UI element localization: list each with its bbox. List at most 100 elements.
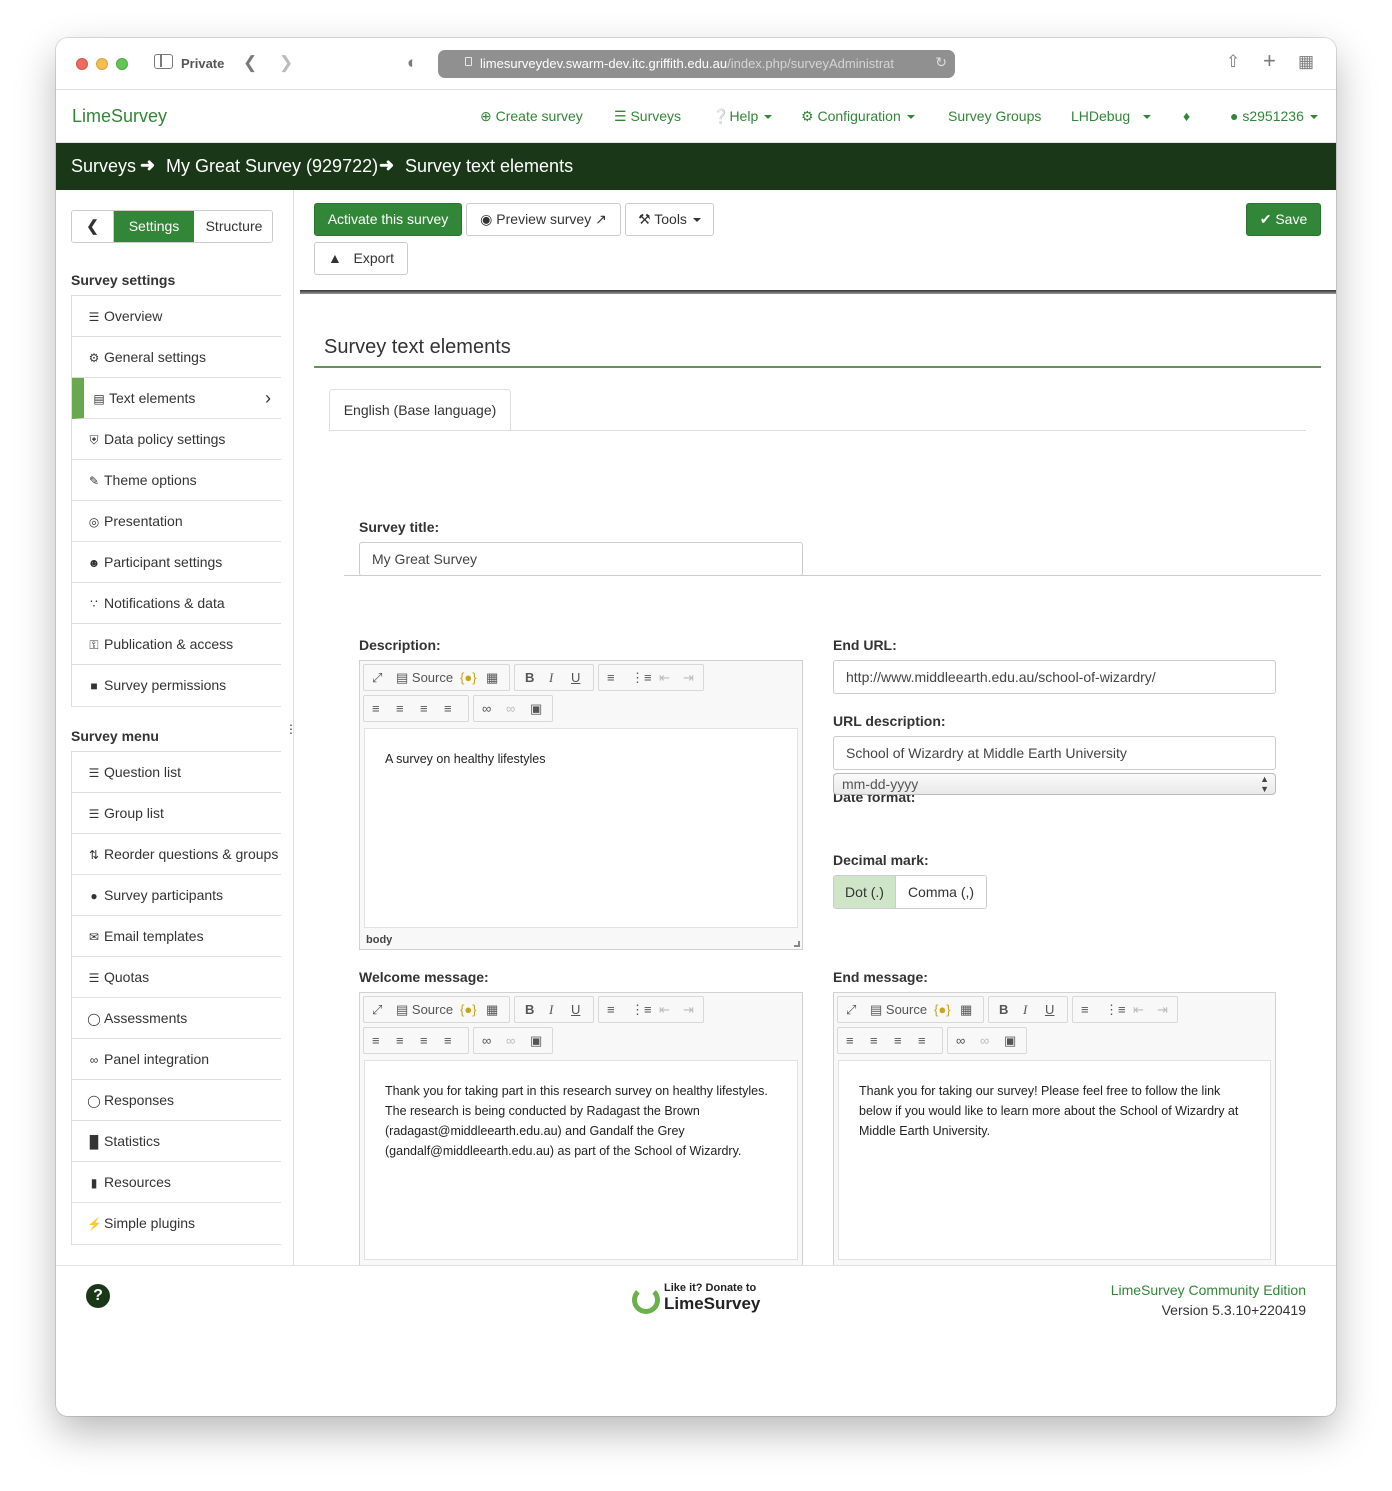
sidebar-item-responses[interactable]: ◯ Responses [72,1080,281,1121]
sidebar-toggle-icon[interactable] [154,54,173,69]
expression-icon[interactable]: {●} [934,1001,951,1019]
align-justify-icon[interactable]: ≡ [444,700,452,718]
italic-icon[interactable]: I [549,669,553,687]
resize-grip-icon[interactable] [794,941,800,947]
breadcrumb-survey[interactable]: My Great Survey (929722) [166,156,378,177]
debug-menu[interactable]: LHDebug [1071,108,1152,124]
underline-icon[interactable]: U [571,1001,580,1019]
back-icon[interactable]: ❮ [243,53,257,73]
welcome-text-area[interactable]: Thank you for taking part in this resear… [364,1060,798,1260]
decimal-comma-option[interactable]: Comma (,) [896,876,986,908]
minimize-window-button[interactable] [96,58,108,70]
date-format-select[interactable]: mm-dd-yyyy ▲ ▼ [833,773,1276,795]
tab-structure[interactable]: Structure [194,211,272,242]
surveys-link[interactable]: ☰ Surveys [614,108,681,125]
sidebar-item-theme-options[interactable]: ✎ Theme options [72,460,281,501]
activate-survey-button[interactable]: Activate this survey [314,203,462,236]
bulleted-list-icon[interactable]: ⋮≡ [631,669,652,687]
outdent-icon[interactable]: ⇤ [659,669,670,687]
configuration-menu[interactable]: ⚙ Configuration [801,108,915,125]
sidebar-item-participants[interactable]: ● Survey participants [72,875,281,916]
collapse-panel-button[interactable]: ❮ [72,211,114,242]
source-button[interactable]: ▤ Source [396,1001,453,1019]
sidebar-item-statistics[interactable]: █ Statistics [72,1121,281,1162]
image-icon[interactable]: ▣ [1004,1032,1016,1050]
end-message-editor[interactable]: ⤢ ▤ Source {●} ▦ B I U ≡ ⋮≡ ⇤ ⇥ ≡ ≡ ≡ ≡ … [833,992,1276,1282]
address-bar[interactable]: limesurveydev.swarm-dev.itc.griffith.edu… [438,50,955,78]
maximize-icon[interactable]: ⤢ [846,1001,856,1019]
sidebar-item-email-templates[interactable]: ✉ Email templates [72,916,281,957]
sidebar-item-overview[interactable]: ☰ Overview [72,296,281,337]
new-tab-icon[interactable]: + [1263,50,1276,72]
maximize-icon[interactable]: ⤢ [372,1001,382,1019]
link-icon[interactable]: ∞ [956,1032,965,1050]
notifications-bell-icon[interactable]: ♦ [1183,108,1190,124]
grid-icon[interactable]: ▦ [960,1001,972,1019]
outdent-icon[interactable]: ⇤ [1133,1001,1144,1019]
unlink-icon[interactable]: ∞ [506,1032,515,1050]
welcome-editor[interactable]: ⤢ ▤ Source {●} ▦ B I U ≡ ⋮≡ ⇤ ⇥ ≡ ≡ ≡ ≡ … [359,992,803,1282]
bold-icon[interactable]: B [525,669,534,687]
align-center-icon[interactable]: ≡ [870,1032,878,1050]
outdent-icon[interactable]: ⇤ [659,1001,670,1019]
align-left-icon[interactable]: ≡ [846,1032,854,1050]
survey-groups-link[interactable]: Survey Groups [948,108,1041,124]
share-icon[interactable]: ⇧ [1226,52,1240,72]
description-text-area[interactable]: A survey on healthy lifestyles [364,728,798,928]
sidebar-item-publication[interactable]: ⚿ Publication & access [72,624,281,665]
sidebar-item-general-settings[interactable]: ⚙ General settings [72,337,281,378]
close-window-button[interactable] [76,58,88,70]
sidebar-item-assessments[interactable]: ◯ Assessments [72,998,281,1039]
link-icon[interactable]: ∞ [482,700,491,718]
sidebar-item-simple-plugins[interactable]: ⚡ Simple plugins [72,1203,281,1244]
numbered-list-icon[interactable]: ≡ [607,1001,615,1019]
maximize-icon[interactable]: ⤢ [372,669,382,687]
italic-icon[interactable]: I [1023,1001,1027,1019]
image-icon[interactable]: ▣ [530,700,542,718]
indent-icon[interactable]: ⇥ [1157,1001,1168,1019]
bold-icon[interactable]: B [525,1001,534,1019]
export-button[interactable]: ▲ Export [314,242,408,275]
save-button[interactable]: ✔ Save [1246,203,1321,236]
expression-icon[interactable]: {●} [460,1001,477,1019]
sidebar-item-panel-integration[interactable]: ∞ Panel integration [72,1039,281,1080]
bulleted-list-icon[interactable]: ⋮≡ [631,1001,652,1019]
sidebar-item-reorder[interactable]: ⇅ Reorder questions & groups [72,834,281,875]
brand-logo[interactable]: LimeSurvey [72,106,167,127]
description-editor[interactable]: ⤢ ▤ Source {●} ▦ B I U ≡ ⋮≡ ⇤ ⇥ ≡ ≡ ≡ ≡ … [359,660,803,950]
sidebar-item-presentation[interactable]: ◎ Presentation [72,501,281,542]
indent-icon[interactable]: ⇥ [683,669,694,687]
numbered-list-icon[interactable]: ≡ [1081,1001,1089,1019]
image-icon[interactable]: ▣ [530,1032,542,1050]
align-left-icon[interactable]: ≡ [372,700,380,718]
zoom-window-button[interactable] [116,58,128,70]
donate-link[interactable]: Like it? Donate to LimeSurvey [630,1280,770,1320]
help-icon[interactable]: ? [86,1284,110,1308]
sidebar-item-question-list[interactable]: ☰ Question list [72,752,281,793]
sidebar-item-group-list[interactable]: ☰ Group list [72,793,281,834]
breadcrumb-surveys[interactable]: Surveys [71,156,136,177]
decimal-dot-option[interactable]: Dot (.) [834,876,896,908]
user-menu[interactable]: ● s2951236 [1230,108,1318,124]
panel-resize-handle[interactable]: ⋮ [285,722,297,736]
sidebar-item-participant-settings[interactable]: ☻ Participant settings [72,542,281,583]
sidebar-item-quotas[interactable]: ☰ Quotas [72,957,281,998]
align-right-icon[interactable]: ≡ [420,1032,428,1050]
tools-dropdown-button[interactable]: ⚒ Tools [625,203,714,236]
tab-settings[interactable]: Settings [114,211,194,242]
link-icon[interactable]: ∞ [482,1032,491,1050]
indent-icon[interactable]: ⇥ [683,1001,694,1019]
italic-icon[interactable]: I [549,1001,553,1019]
preview-survey-button[interactable]: ◉ Preview survey ↗ [466,203,621,236]
align-center-icon[interactable]: ≡ [396,1032,404,1050]
source-button[interactable]: ▤ Source [396,669,453,687]
privacy-shield-icon[interactable]: ◐ [407,53,417,73]
expression-icon[interactable]: {●} [460,669,477,687]
source-button[interactable]: ▤ Source [870,1001,927,1019]
sidebar-item-data-policy[interactable]: ⛨ Data policy settings [72,419,281,460]
tab-english-base-language[interactable]: English (Base language) [329,389,511,430]
numbered-list-icon[interactable]: ≡ [607,669,615,687]
tab-overview-icon[interactable]: ▦ [1298,52,1314,72]
bold-icon[interactable]: B [999,1001,1008,1019]
align-left-icon[interactable]: ≡ [372,1032,380,1050]
